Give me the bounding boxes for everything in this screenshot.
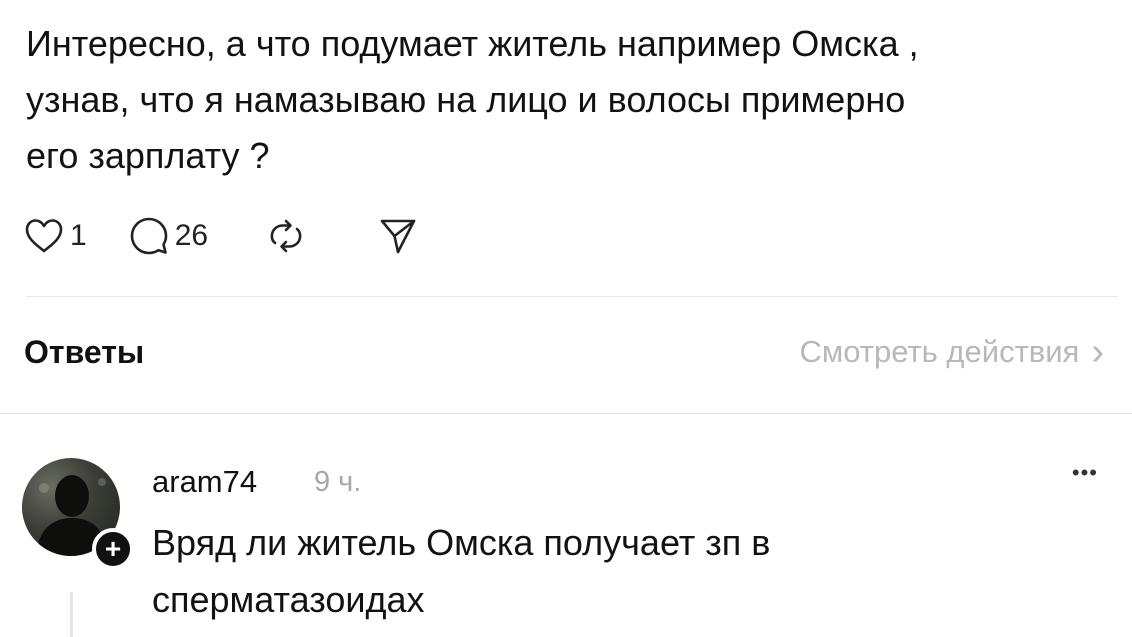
replies-heading: Ответы [24,334,145,370]
comment-count: 26 [174,219,209,252]
post-actions: 1 26 [24,210,418,262]
reply-username[interactable]: aram74 [152,464,257,500]
thread-line [70,592,73,637]
heart-icon [25,219,63,253]
follow-button[interactable]: + [92,528,134,570]
reply-text-line: сперматазоидах [152,579,425,620]
reply-item: + aram74 9 ч. ••• Вряд ли житель Омска п… [0,414,1132,637]
comment-button[interactable]: 26 [129,216,208,256]
post-text-line: Интересно, а что подумает житель наприме… [26,23,919,64]
divider [26,296,1118,297]
post-text-line: его зарплату ? [26,135,270,176]
repost-button[interactable] [266,216,306,256]
chevron-right-icon: › [1091,331,1104,373]
reply-timestamp: 9 ч. [314,466,362,498]
like-count: 1 [70,219,87,252]
share-button[interactable] [378,216,418,256]
repost-icon [270,219,302,253]
more-options-icon[interactable]: ••• [1072,460,1098,486]
comment-bubble-icon [130,217,167,255]
view-activity-label: Смотреть действия [799,334,1080,369]
view-activity-link[interactable]: Смотреть действия › [799,331,1104,373]
send-icon [380,219,416,254]
post-text-line: узнав, что я намазываю на лицо и волосы … [26,79,906,120]
reply-text: Вряд ли житель Омска получает зп в сперм… [152,514,770,628]
post-text: Интересно, а что подумает житель наприме… [26,16,1106,184]
like-button[interactable]: 1 [24,217,87,255]
reply-text-line: Вряд ли житель Омска получает зп в [152,522,771,563]
